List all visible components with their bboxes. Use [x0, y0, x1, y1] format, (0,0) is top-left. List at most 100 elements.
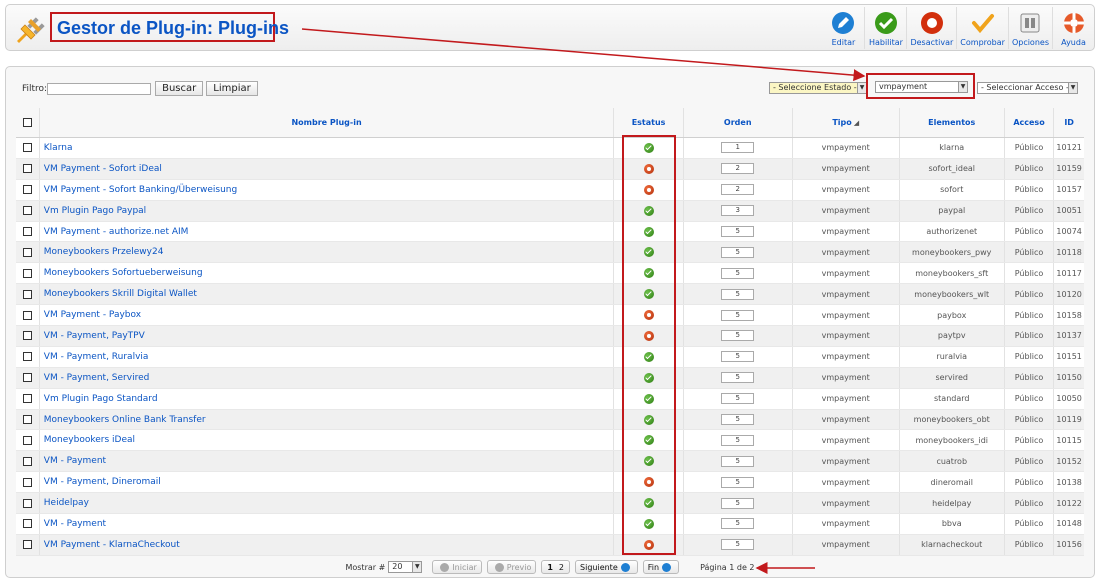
row-checkbox[interactable]	[22, 477, 32, 487]
plugin-name-link[interactable]: VM Payment - authorize.net AIM	[44, 227, 189, 237]
row-checkbox[interactable]	[22, 352, 32, 362]
limit-select[interactable]: 20 ▼	[388, 561, 423, 573]
order-input[interactable]: 5	[721, 309, 755, 321]
order-input[interactable]: 5	[721, 330, 755, 342]
check-button[interactable]: Comprobar	[956, 7, 1008, 49]
row-checkbox[interactable]	[22, 185, 32, 195]
plugin-name-link[interactable]: Vm Plugin Pago Paypal	[44, 206, 146, 216]
next-button[interactable]: Siguiente	[575, 560, 638, 574]
row-checkbox[interactable]	[22, 310, 32, 320]
row-checkbox[interactable]	[22, 164, 32, 174]
row-checkbox[interactable]	[22, 373, 32, 383]
access-select-value: - Seleccionar Acceso -	[981, 83, 1069, 92]
order-input[interactable]: 5	[721, 455, 755, 467]
row-checkbox[interactable]	[22, 498, 32, 508]
plugin-name-link[interactable]: VM - Payment, Ruralvia	[44, 352, 149, 362]
order-cell: 5	[684, 242, 793, 263]
plugin-name-link[interactable]: VM - Payment, Dineromail	[44, 477, 161, 487]
element-cell: paytpv	[900, 326, 1005, 346]
page-2-link[interactable]: 2	[556, 563, 567, 572]
table-row: VM - Payment, PayTPV 5 vmpayment paytpv Públ…	[16, 326, 1084, 347]
header-access[interactable]: Acceso	[1005, 108, 1055, 137]
help-button[interactable]: Ayuda	[1052, 7, 1094, 49]
type-value: vmpayment	[821, 247, 870, 257]
end-label: Fin	[647, 562, 660, 572]
header-name[interactable]: Nombre Plug-in	[40, 108, 615, 137]
select-all-checkbox[interactable]	[22, 118, 32, 127]
plugin-name-link[interactable]: Moneybookers Online Bank Transfer	[44, 415, 206, 425]
plugin-name-link[interactable]: Moneybookers Skrill Digital Wallet	[44, 289, 197, 299]
row-select-cell	[16, 305, 40, 326]
plugin-name-link[interactable]: Heidelpay	[44, 498, 89, 508]
plugin-name-link[interactable]: VM Payment - Sofort Banking/Überweisung	[44, 185, 237, 195]
plugin-name-link[interactable]: Vm Plugin Pago Standard	[44, 394, 158, 404]
id-cell: 10151	[1054, 347, 1084, 367]
plugin-name-link[interactable]: VM - Payment	[44, 519, 106, 529]
header-status[interactable]: Estatus	[614, 108, 684, 137]
header-order[interactable]: Orden	[684, 108, 793, 137]
order-input[interactable]: 5	[721, 393, 755, 405]
row-checkbox[interactable]	[22, 268, 32, 278]
row-checkbox[interactable]	[22, 519, 32, 529]
start-button[interactable]: Iniciar	[432, 560, 482, 574]
row-checkbox[interactable]	[22, 435, 32, 445]
order-input[interactable]: 5	[721, 288, 755, 300]
end-button[interactable]: Fin	[642, 560, 680, 574]
plugin-name-link[interactable]: VM Payment - KlarnaCheckout	[44, 540, 180, 550]
order-input[interactable]: 2	[721, 184, 755, 196]
plugin-name-link[interactable]: VM - Payment, Servired	[44, 373, 150, 383]
options-button[interactable]: Opciones	[1007, 7, 1052, 49]
row-checkbox[interactable]	[22, 394, 32, 404]
clear-button[interactable]: Limpiar	[206, 81, 258, 96]
row-checkbox[interactable]	[22, 143, 32, 153]
order-input[interactable]: 5	[721, 226, 755, 237]
order-input[interactable]: 5	[721, 414, 755, 426]
prev-button[interactable]: Previo	[486, 560, 537, 574]
row-checkbox[interactable]	[22, 540, 32, 550]
disable-label: Desactivar	[910, 38, 954, 47]
search-button[interactable]: Buscar	[155, 81, 204, 96]
order-input[interactable]: 5	[721, 497, 755, 509]
order-input[interactable]: 5	[721, 539, 755, 551]
id-value: 10159	[1056, 164, 1082, 174]
header-id[interactable]: ID	[1054, 108, 1084, 137]
state-select[interactable]: - Seleccione Estado - ▼	[769, 82, 867, 94]
row-checkbox[interactable]	[22, 456, 32, 466]
order-input[interactable]: 5	[721, 434, 755, 446]
row-checkbox[interactable]	[22, 247, 32, 257]
plugin-name-link[interactable]: VM - Payment	[44, 456, 106, 466]
plugin-name-link[interactable]: Moneybookers iDeal	[44, 435, 135, 445]
element-cell: moneybookers_wlt	[900, 284, 1005, 305]
edit-button[interactable]: Editar	[822, 7, 864, 49]
order-input[interactable]: 5	[721, 518, 755, 530]
order-input[interactable]: 5	[721, 372, 755, 384]
order-input[interactable]: 5	[721, 246, 755, 258]
row-checkbox[interactable]	[22, 289, 32, 299]
header-type[interactable]: Tipo ◢	[793, 108, 900, 137]
enable-button[interactable]: Habilitar	[864, 7, 906, 49]
order-input[interactable]: 2	[721, 163, 755, 175]
row-checkbox[interactable]	[22, 206, 32, 216]
sort-icon: ◢	[853, 118, 860, 127]
plugin-name-link[interactable]: Moneybookers Przelewy24	[44, 247, 164, 257]
filter-input[interactable]	[47, 82, 152, 95]
header-elements[interactable]: Elementos	[900, 108, 1005, 137]
order-input[interactable]: 3	[721, 205, 755, 217]
row-checkbox[interactable]	[22, 227, 32, 236]
plugin-name-link[interactable]: VM Payment - Paybox	[44, 310, 141, 320]
order-input[interactable]: 5	[721, 351, 755, 363]
disable-button[interactable]: Desactivar	[906, 7, 956, 49]
row-checkbox[interactable]	[22, 331, 32, 341]
plugin-name-link[interactable]: VM - Payment, PayTPV	[44, 331, 145, 341]
order-input[interactable]: 1	[721, 142, 755, 154]
plugin-name-link[interactable]: Klarna	[44, 143, 73, 153]
order-input[interactable]: 5	[721, 267, 755, 279]
type-select[interactable]: vmpayment ▼	[875, 81, 968, 93]
plugin-name-link[interactable]: VM Payment - Sofort iDeal	[44, 164, 162, 174]
access-select[interactable]: - Seleccionar Acceso - ▼	[977, 82, 1078, 94]
element-cell: moneybookers_sft	[900, 263, 1005, 284]
plugin-name-link[interactable]: Moneybookers Sofortueberweisung	[44, 268, 203, 278]
page-1-link[interactable]: 1	[544, 563, 556, 572]
order-input[interactable]: 5	[721, 476, 755, 488]
row-checkbox[interactable]	[22, 415, 32, 425]
